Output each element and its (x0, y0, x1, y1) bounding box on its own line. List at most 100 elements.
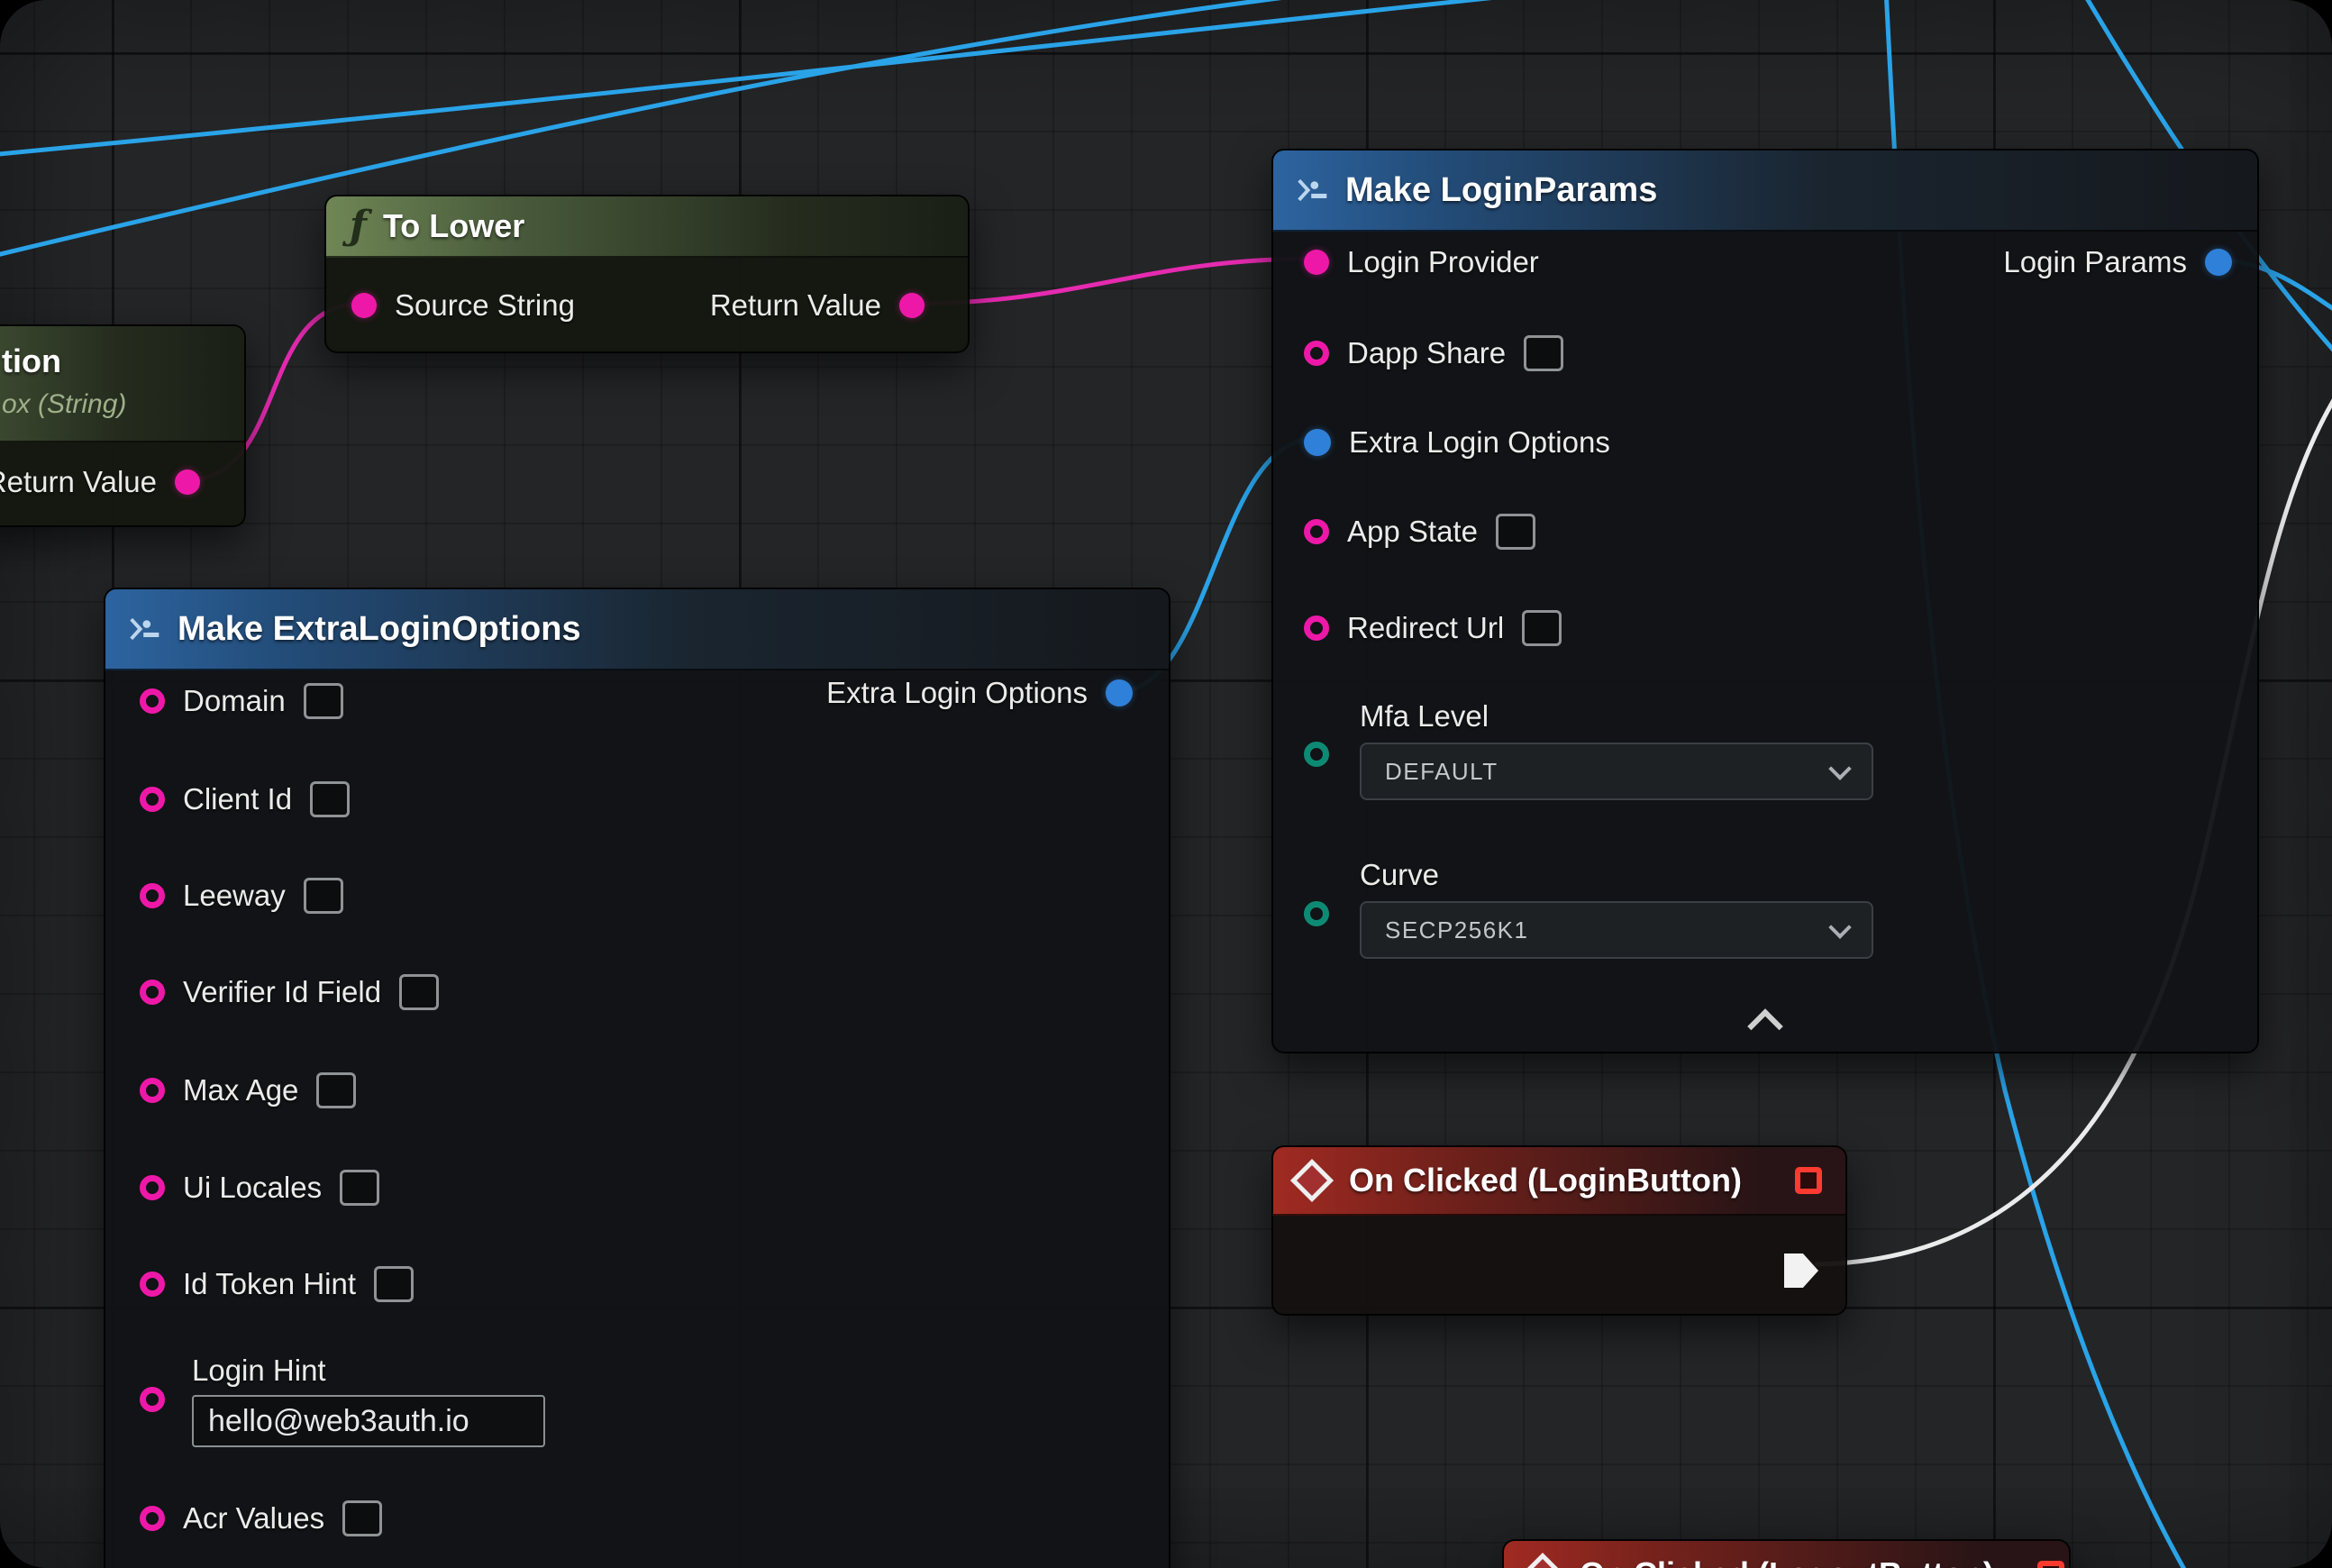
leeway-checkbox[interactable] (304, 878, 343, 914)
pin-row-domain: Domain (140, 679, 343, 723)
pin-label: Extra Login Options (826, 676, 1088, 710)
pin-row-id-token-hint: Id Token Hint (140, 1263, 414, 1306)
node-header: Make LoginParams (1273, 150, 2257, 232)
login-hint-pin[interactable] (140, 1387, 165, 1412)
pin-block-curve: Curve SECP256K1 (1360, 858, 1873, 959)
pin-label: Source String (395, 288, 575, 323)
mfa-level-pin[interactable] (1304, 742, 1329, 767)
pin-label: Verifier Id Field (183, 975, 381, 1009)
extra-login-options-input-pin[interactable] (1304, 429, 1331, 456)
pin-row-extra-login-options-in: Extra Login Options (1304, 421, 1610, 464)
domain-pin[interactable] (140, 688, 165, 714)
pin-label: Acr Values (183, 1501, 324, 1536)
pin-label: Client Id (183, 782, 292, 816)
blueprint-canvas[interactable]: tion ox (String) Return Value ƒ To Lower… (0, 0, 2332, 1568)
screenshot-frame: tion ox (String) Return Value ƒ To Lower… (0, 0, 2332, 1568)
chevron-down-icon (1828, 916, 1851, 938)
pin-label: Login Params (2003, 245, 2187, 279)
pin-row-return-value: Return Value (0, 460, 200, 504)
client-id-pin[interactable] (140, 787, 165, 812)
curve-dropdown[interactable]: SECP256K1 (1360, 901, 1873, 959)
verifier-id-field-checkbox[interactable] (399, 974, 439, 1010)
node-subtitle-fragment: ox (String) (2, 389, 126, 420)
pin-row-login-params-out: Login Params (2003, 241, 2232, 284)
pin-label: Curve (1360, 858, 1873, 892)
node-get-text-partial[interactable]: tion ox (String) Return Value (0, 324, 246, 527)
collapse-node-chevron[interactable] (1747, 1008, 1783, 1044)
pin-row-return-value: Return Value (710, 284, 925, 327)
acr-values-pin[interactable] (140, 1506, 165, 1531)
return-value-pin[interactable] (175, 469, 200, 495)
app-state-pin[interactable] (1304, 519, 1329, 544)
pin-label: Login Provider (1347, 245, 1539, 279)
pin-row-source-string: Source String (351, 284, 575, 327)
pin-label: Domain (183, 684, 286, 718)
ui-locales-checkbox[interactable] (340, 1170, 379, 1206)
id-token-hint-checkbox[interactable] (374, 1266, 414, 1302)
dropdown-value: DEFAULT (1385, 758, 1498, 786)
pin-row-app-state: App State (1304, 510, 1535, 553)
verifier-id-field-pin[interactable] (140, 980, 165, 1005)
dapp-share-pin[interactable] (1304, 341, 1329, 366)
leeway-pin[interactable] (140, 883, 165, 908)
node-header: On Clicked (LogoutButton) (1504, 1541, 2069, 1568)
node-title: To Lower (383, 207, 524, 245)
redirect-url-checkbox[interactable] (1522, 610, 1562, 646)
pin-label: Ui Locales (183, 1171, 322, 1205)
dapp-share-checkbox[interactable] (1524, 335, 1563, 371)
make-struct-icon (1297, 178, 1329, 203)
extra-login-options-output-pin[interactable] (1106, 679, 1133, 707)
pin-row-exec-out (1784, 1249, 1818, 1292)
node-to-lower[interactable]: ƒ To Lower Source String Return Value (324, 195, 970, 353)
node-on-clicked-logout-button[interactable]: On Clicked (LogoutButton) (1502, 1539, 2071, 1568)
id-token-hint-pin[interactable] (140, 1272, 165, 1297)
pin-row-leeway: Leeway (140, 874, 343, 917)
node-header: On Clicked (LoginButton) (1273, 1147, 1845, 1216)
pin-row-extra-login-options-out: Extra Login Options (826, 671, 1133, 715)
chevron-down-icon (1828, 757, 1851, 779)
app-state-checkbox[interactable] (1496, 514, 1535, 550)
node-header: tion ox (String) (0, 326, 244, 442)
node-title: Make LoginParams (1345, 171, 1657, 210)
ui-locales-pin[interactable] (140, 1175, 165, 1200)
function-icon: ƒ (350, 206, 367, 246)
node-title-fragment: tion (2, 342, 61, 380)
wire-returnvalue-to-loginprovider (910, 259, 1315, 304)
event-icon (1290, 1159, 1334, 1202)
curve-pin[interactable] (1304, 901, 1329, 926)
delegate-output-pin[interactable] (2037, 1561, 2064, 1568)
domain-checkbox[interactable] (304, 683, 343, 719)
max-age-pin[interactable] (140, 1078, 165, 1103)
pin-label: Redirect Url (1347, 611, 1504, 645)
pin-label: Extra Login Options (1349, 425, 1610, 460)
login-provider-pin[interactable] (1304, 250, 1329, 275)
pin-row-verifier-id-field: Verifier Id Field (140, 971, 439, 1014)
acr-values-checkbox[interactable] (342, 1500, 382, 1536)
client-id-checkbox[interactable] (310, 781, 350, 817)
return-value-pin[interactable] (899, 293, 925, 318)
node-make-extra-login-options[interactable]: Make ExtraLoginOptions Extra Login Optio… (104, 588, 1171, 1568)
pin-label: Return Value (710, 288, 881, 323)
redirect-url-pin[interactable] (1304, 615, 1329, 641)
exec-output-pin[interactable] (1784, 1253, 1818, 1288)
source-string-pin[interactable] (351, 293, 377, 318)
make-struct-icon (129, 616, 161, 642)
pin-label: Dapp Share (1347, 336, 1506, 370)
node-title: Make ExtraLoginOptions (178, 610, 581, 649)
pin-row-ui-locales: Ui Locales (140, 1166, 379, 1209)
pin-row-acr-values: Acr Values (140, 1497, 382, 1540)
login-params-output-pin[interactable] (2205, 249, 2232, 276)
pin-label: Mfa Level (1360, 699, 1873, 734)
delegate-output-pin[interactable] (1795, 1167, 1822, 1194)
pin-row-login-provider: Login Provider (1304, 241, 1539, 284)
pin-block-login-hint: Login Hint (192, 1354, 545, 1447)
login-hint-input[interactable] (192, 1395, 545, 1447)
node-header: ƒ To Lower (326, 196, 968, 258)
node-make-login-params[interactable]: Make LoginParams Login Params Login Prov… (1271, 149, 2259, 1053)
node-on-clicked-login-button[interactable]: On Clicked (LoginButton) (1271, 1145, 1847, 1316)
max-age-checkbox[interactable] (316, 1072, 356, 1108)
pin-label: Max Age (183, 1073, 298, 1108)
mfa-level-dropdown[interactable]: DEFAULT (1360, 743, 1873, 800)
pin-row-max-age: Max Age (140, 1069, 356, 1112)
pin-row-client-id: Client Id (140, 778, 350, 821)
